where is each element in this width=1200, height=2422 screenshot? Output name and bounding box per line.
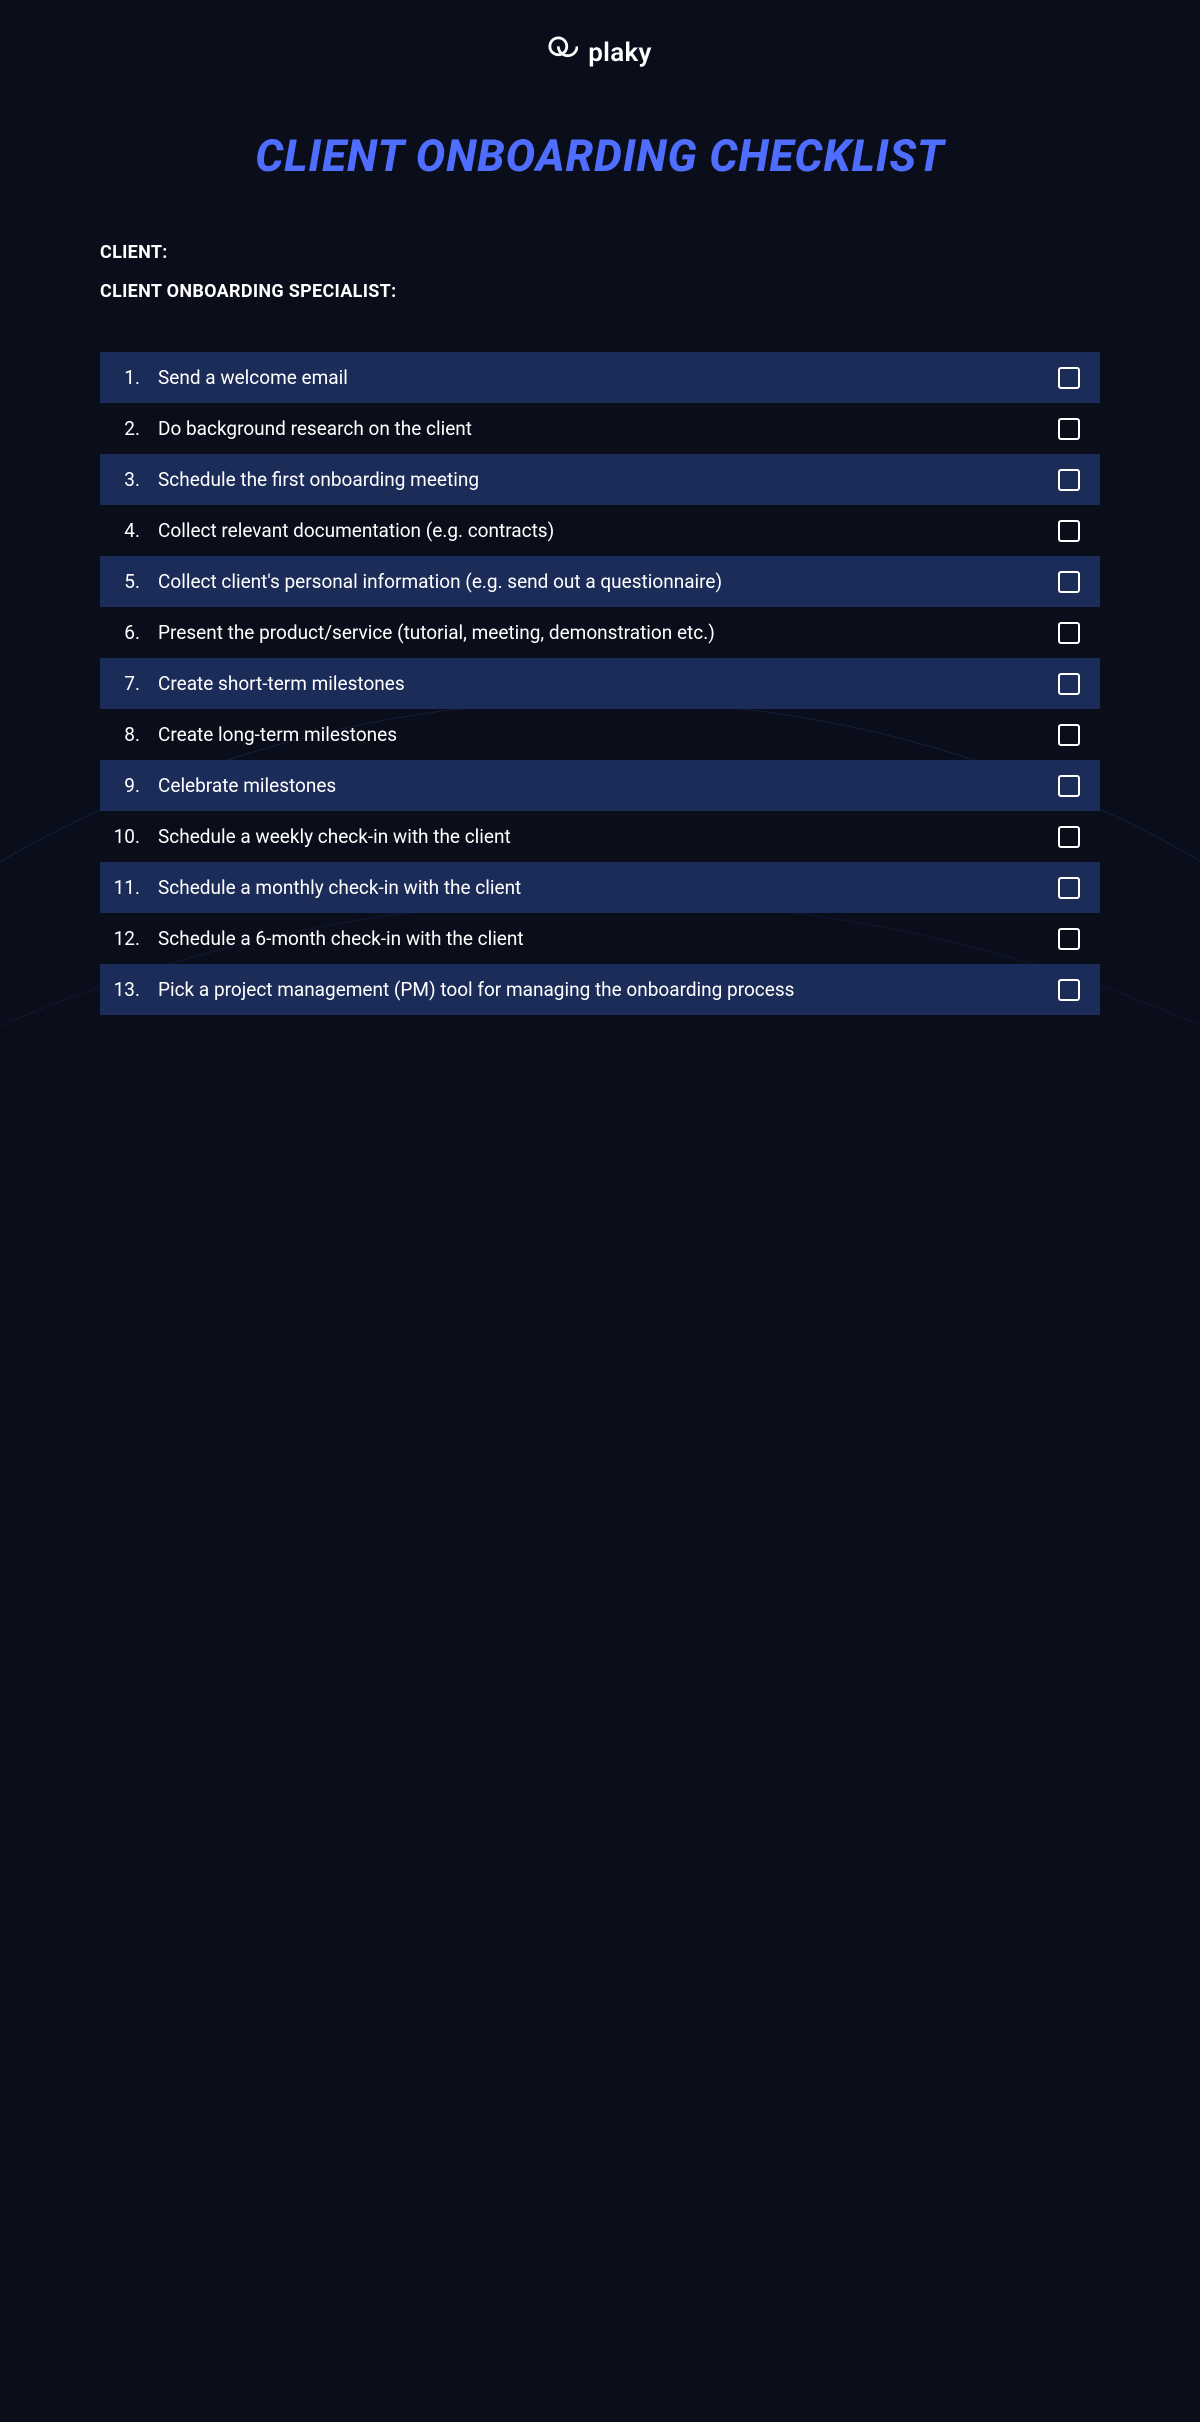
row-number: 11. (112, 876, 158, 899)
row-task: Collect client's personal information (e… (158, 570, 1038, 593)
row-task: Send a welcome email (158, 366, 1038, 389)
row-number: 1. (112, 366, 158, 389)
row-number: 6. (112, 621, 158, 644)
checklist-row: 9. Celebrate milestones (100, 760, 1100, 811)
checklist-row: 4. Collect relevant documentation (e.g. … (100, 505, 1100, 556)
checkbox[interactable] (1058, 979, 1080, 1001)
checkbox[interactable] (1058, 622, 1080, 644)
row-number: 3. (112, 468, 158, 491)
row-task: Present the product/service (tutorial, m… (158, 621, 1038, 644)
row-number: 4. (112, 519, 158, 542)
row-task: Schedule a weekly check-in with the clie… (158, 825, 1038, 848)
checkbox[interactable] (1058, 571, 1080, 593)
checklist-row: 5. Collect client's personal information… (100, 556, 1100, 607)
checklist-row: 2. Do background research on the client (100, 403, 1100, 454)
checklist: 1. Send a welcome email 2. Do background… (100, 352, 1100, 1015)
checklist-row: 6. Present the product/service (tutorial… (100, 607, 1100, 658)
checklist-row: 11. Schedule a monthly check-in with the… (100, 862, 1100, 913)
brand-logo: plaky (100, 36, 1100, 70)
checkbox[interactable] (1058, 520, 1080, 542)
brand-name: plaky (588, 38, 651, 68)
checkbox[interactable] (1058, 367, 1080, 389)
checkbox[interactable] (1058, 469, 1080, 491)
row-number: 7. (112, 672, 158, 695)
checkbox[interactable] (1058, 418, 1080, 440)
row-task: Schedule a monthly check-in with the cli… (158, 876, 1038, 899)
row-task: Create long-term milestones (158, 723, 1038, 746)
row-task: Pick a project management (PM) tool for … (158, 978, 1038, 1001)
client-label: CLIENT: (100, 242, 1100, 263)
row-number: 2. (112, 417, 158, 440)
row-number: 5. (112, 570, 158, 593)
checklist-row: 7. Create short-term milestones (100, 658, 1100, 709)
checklist-row: 13. Pick a project management (PM) tool … (100, 964, 1100, 1015)
page-title: CLIENT ONBOARDING CHECKLIST (100, 130, 1100, 182)
row-number: 9. (112, 774, 158, 797)
row-task: Collect relevant documentation (e.g. con… (158, 519, 1038, 542)
checkbox[interactable] (1058, 826, 1080, 848)
checklist-row: 10. Schedule a weekly check-in with the … (100, 811, 1100, 862)
checklist-row: 12. Schedule a 6-month check-in with the… (100, 913, 1100, 964)
checkbox[interactable] (1058, 775, 1080, 797)
plaky-logo-icon (548, 36, 578, 70)
checklist-row: 1. Send a welcome email (100, 352, 1100, 403)
row-task: Celebrate milestones (158, 774, 1038, 797)
row-task: Do background research on the client (158, 417, 1038, 440)
row-number: 13. (112, 978, 158, 1001)
row-number: 8. (112, 723, 158, 746)
checkbox[interactable] (1058, 724, 1080, 746)
row-task: Create short-term milestones (158, 672, 1038, 695)
row-task: Schedule the first onboarding meeting (158, 468, 1038, 491)
checkbox[interactable] (1058, 877, 1080, 899)
checklist-row: 8. Create long-term milestones (100, 709, 1100, 760)
row-number: 12. (112, 927, 158, 950)
row-task: Schedule a 6-month check-in with the cli… (158, 927, 1038, 950)
checkbox[interactable] (1058, 673, 1080, 695)
checklist-row: 3. Schedule the first onboarding meeting (100, 454, 1100, 505)
row-number: 10. (112, 825, 158, 848)
specialist-label: CLIENT ONBOARDING SPECIALIST: (100, 281, 1100, 302)
checkbox[interactable] (1058, 928, 1080, 950)
